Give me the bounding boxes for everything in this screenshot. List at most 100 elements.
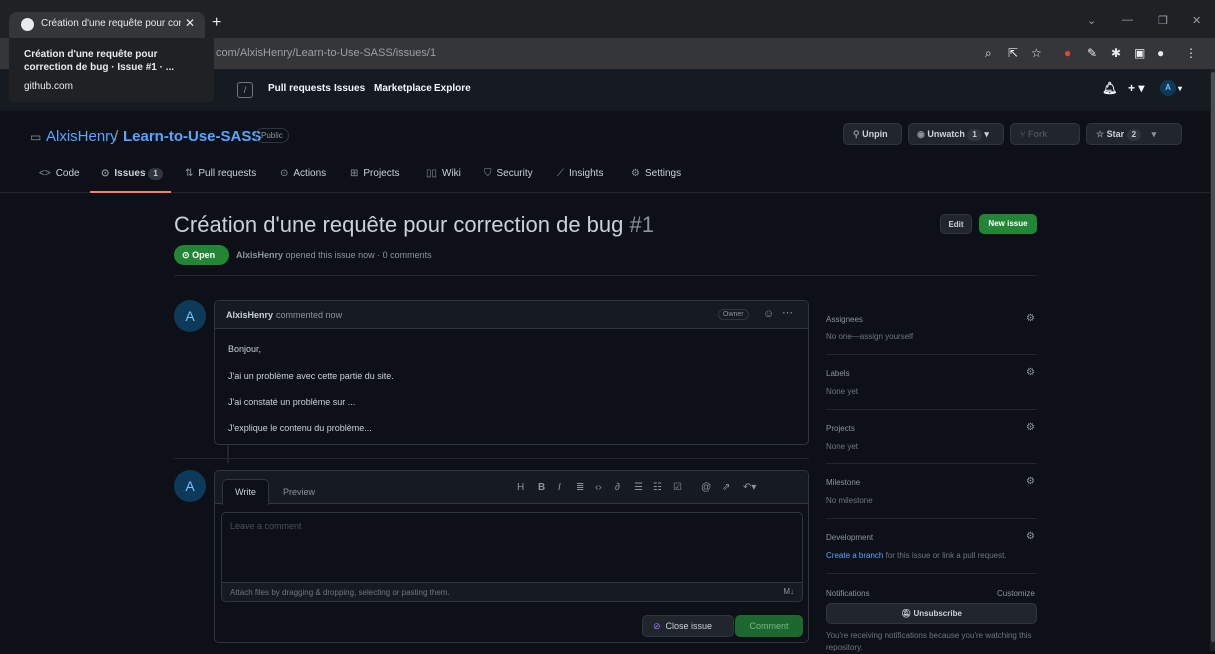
current-user-avatar[interactable]: A (174, 470, 206, 502)
assignees-gear-icon[interactable]: ⚙ (1026, 313, 1035, 324)
bold-icon[interactable]: B (538, 482, 545, 493)
nav-explore[interactable]: Explore (434, 83, 471, 94)
star-button[interactable]: ☆ Star 2 ▾ (1086, 123, 1182, 145)
close-issue-button[interactable]: ⊘ Close issue (642, 615, 734, 637)
issue-title-text: Création d'une requête pour correction d… (174, 212, 624, 237)
issue-author-link[interactable]: AlxisHenry (236, 250, 283, 260)
development-label[interactable]: Development (826, 533, 873, 542)
chrome-menu-icon[interactable]: ⋮ (1185, 46, 1197, 60)
extension-pen-icon[interactable]: ✎ (1087, 46, 1097, 60)
nav-pull-requests[interactable]: Pull requests (268, 83, 331, 94)
create-new-icon[interactable]: + ▾ (1128, 81, 1144, 95)
numbered-list-icon[interactable]: ☷ (653, 482, 662, 493)
quote-icon[interactable]: ≣ (576, 482, 584, 493)
projects-gear-icon[interactable]: ⚙ (1026, 422, 1035, 433)
comment-author-avatar[interactable]: A (174, 300, 206, 332)
browser-tab[interactable]: Création d'une requête pour corr ✕ (9, 12, 205, 38)
unwatch-button[interactable]: ◉ Unwatch 1 ▾ (908, 123, 1004, 145)
assignees-value[interactable]: No one—assign yourself (826, 332, 913, 341)
comment-menu-icon[interactable]: ⋯ (782, 306, 793, 319)
cross-reference-icon[interactable]: ⇗ (722, 482, 730, 493)
page-scrollbar-thumb[interactable] (1211, 72, 1215, 642)
repo-name-link[interactable]: Learn-to-Use-SASS (123, 128, 261, 145)
milestone-gear-icon[interactable]: ⚙ (1026, 476, 1035, 487)
comment-author-link[interactable]: AlxisHenry (226, 310, 273, 320)
unsubscribe-button[interactable]: 🔕︎ Unsubscribe (826, 603, 1037, 624)
user-avatar-icon[interactable]: A (1160, 80, 1176, 96)
development-gear-icon[interactable]: ⚙ (1026, 531, 1035, 542)
zoom-icon[interactable]: ⌕ (985, 46, 992, 61)
share-icon[interactable]: ⇱ (1008, 46, 1018, 60)
tab-code[interactable]: <> Code (39, 168, 80, 179)
timeline-divider (174, 458, 809, 459)
comment-submit-button[interactable]: Comment (735, 615, 803, 637)
star-caret-icon: ▾ (1151, 129, 1157, 139)
tab-actions[interactable]: ⊙ Actions (280, 168, 326, 179)
maximize-icon[interactable]: ❐ (1158, 14, 1168, 27)
tab-preview[interactable]: Preview (283, 487, 315, 497)
new-tab-icon[interactable]: + (212, 14, 221, 32)
create-branch-link[interactable]: Create a branch (826, 551, 883, 560)
labels-gear-icon[interactable]: ⚙ (1026, 367, 1035, 378)
url-text[interactable]: com/AlxisHenry/Learn-to-Use-SASS/issues/… (216, 47, 436, 59)
nav-marketplace[interactable]: Marketplace (374, 83, 432, 94)
task-list-icon[interactable]: ☑ (673, 482, 682, 493)
italic-icon[interactable]: I (558, 482, 561, 493)
extensions-puzzle-icon[interactable]: ✱ (1111, 46, 1121, 60)
bulleted-list-icon[interactable]: ☰ (634, 482, 643, 493)
fork-label: Fork (1027, 129, 1048, 139)
star-label: Star (1106, 129, 1125, 139)
code-icon[interactable]: ‹› (595, 482, 602, 493)
new-issue-button[interactable]: New issue (979, 214, 1037, 234)
comment-timestamp[interactable]: commented now (276, 310, 342, 320)
comment-composer: Write Preview H B I ≣ ‹› ∂ ☰ ☷ ☑ @ ⇗ ↶▾ … (214, 470, 809, 643)
tab-write[interactable]: Write (222, 479, 269, 505)
minimize-icon[interactable]: — (1122, 14, 1133, 26)
sidebar-divider (826, 573, 1037, 574)
close-issue-label: Close issue (665, 621, 713, 631)
unpin-button[interactable]: ⚲ Unpin (843, 123, 902, 145)
tab-insights[interactable]: ⟋ Insights (557, 168, 603, 179)
attach-files-bar[interactable]: Attach files by dragging & dropping, sel… (221, 582, 803, 602)
add-reaction-icon[interactable]: ☺ (763, 308, 774, 320)
issue-meta: AlxisHenry opened this issue now · 0 com… (236, 250, 432, 260)
nav-issues[interactable]: Issues (334, 83, 365, 94)
composer-header: Write Preview H B I ≣ ‹› ∂ ☰ ☷ ☑ @ ⇗ ↶▾ (215, 471, 808, 505)
labels-label[interactable]: Labels (826, 369, 850, 378)
extension-shield-icon[interactable]: ● (1064, 46, 1071, 60)
tab-security-label: Security (496, 168, 533, 179)
tab-security[interactable]: ⛉ Security (484, 168, 533, 179)
user-menu-caret-icon[interactable]: ▾ (1178, 84, 1182, 93)
close-window-icon[interactable]: ✕ (1192, 14, 1201, 27)
tab-search-icon[interactable]: ⌄ (1087, 14, 1096, 27)
fork-button[interactable]: ⑂ Fork (1010, 123, 1080, 145)
close-tab-icon[interactable]: ✕ (185, 16, 195, 30)
issue-title: Création d'une requête pour correction d… (174, 212, 654, 238)
assignees-label[interactable]: Assignees (826, 315, 863, 324)
comment-textarea[interactable] (221, 512, 803, 582)
pull-request-icon: ⇅ (185, 168, 194, 179)
search-shortcut-key[interactable]: / (237, 82, 253, 98)
bookmark-star-icon[interactable]: ☆ (1031, 46, 1042, 60)
mention-icon[interactable]: @ (701, 482, 711, 493)
projects-label[interactable]: Projects (826, 424, 855, 433)
comment-body-line: J'ai un problème avec cette partie du si… (228, 371, 394, 381)
milestone-label[interactable]: Milestone (826, 478, 860, 487)
notifications-bell-icon[interactable]: 🔔︎ (1102, 81, 1117, 95)
tab-projects[interactable]: ⊞ Projects (350, 168, 400, 179)
saved-replies-icon[interactable]: ↶▾ (743, 482, 756, 493)
profile-avatar-icon[interactable]: ● (1157, 46, 1164, 60)
tab-issues[interactable]: ⊙ Issues 1 (101, 168, 163, 180)
tab-wiki[interactable]: ▯▯ Wiki (426, 168, 461, 179)
table-icon: ⊞ (350, 168, 359, 179)
comment-body-line: J'ai constaté un problème sur ... (228, 397, 356, 407)
tab-settings[interactable]: ⚙ Settings (631, 168, 681, 179)
customize-link[interactable]: Customize (997, 589, 1035, 598)
tab-pull-requests[interactable]: ⇅ Pull requests (185, 168, 256, 179)
sidepanel-icon[interactable]: ▣ (1134, 46, 1145, 60)
repo-owner-link[interactable]: AlxisHenry (46, 128, 118, 145)
markdown-icon[interactable]: M↓ (783, 587, 794, 596)
link-icon[interactable]: ∂ (615, 482, 620, 493)
edit-title-button[interactable]: Edit (940, 214, 972, 234)
heading-icon[interactable]: H (517, 482, 524, 493)
